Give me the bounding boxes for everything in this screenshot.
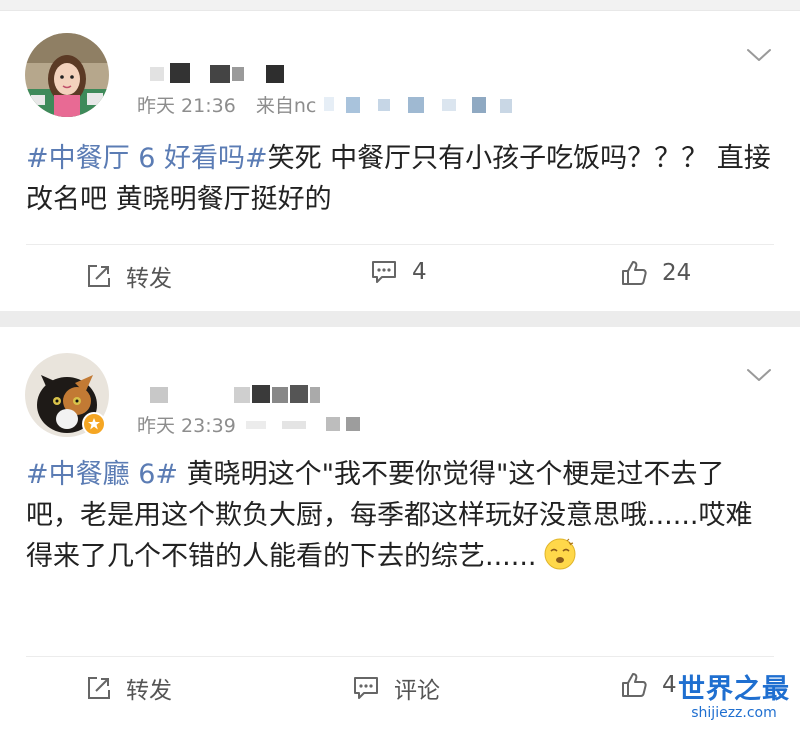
post-time: 昨天 21:36 (137, 95, 236, 117)
avatar[interactable] (25, 33, 109, 117)
verified-badge-icon (82, 412, 106, 436)
post-separator (0, 311, 800, 327)
comment-button[interactable]: 评论 (352, 671, 440, 705)
like-count: 4 (662, 672, 677, 698)
comment-label: 评论 (394, 678, 440, 704)
like-button[interactable]: 4 (620, 671, 677, 699)
post-source-label: 来自 (255, 95, 294, 117)
weibo-feed: 昨天 21:36 来自nc #中餐厅 6 好看吗#笑死 中餐厅只有小孩子吃饭吗？… (0, 0, 800, 729)
username-redacted[interactable] (148, 59, 298, 85)
share-label: 转发 (126, 266, 172, 292)
chevron-down-icon[interactable] (746, 47, 772, 63)
post-meta: 昨天 23:39 (137, 411, 372, 440)
dizzy-face-emoji (544, 538, 575, 570)
comment-icon (354, 677, 378, 699)
share-icon (88, 677, 110, 699)
hashtag-link[interactable]: #中餐廳 6# (26, 459, 178, 490)
post-meta: 昨天 21:36 来自nc (137, 91, 522, 120)
comment-button[interactable]: 4 (370, 259, 427, 285)
share-icon (88, 265, 110, 287)
post-text: #中餐厅 6 好看吗#笑死 中餐厅只有小孩子吃饭吗？？？ 直接改名吧 黄晓明餐厅… (26, 138, 778, 220)
share-label: 转发 (126, 678, 172, 704)
post-card: 昨天 23:39 #中餐廳 6# 黄晓明这个"我不要你觉得"这个梗是过不去了吧，… (0, 327, 800, 729)
post-card: 昨天 21:36 来自nc #中餐厅 6 好看吗#笑死 中餐厅只有小孩子吃饭吗？… (0, 10, 800, 312)
hashtag-link[interactable]: #中餐厅 6 好看吗# (26, 143, 268, 174)
post-text: #中餐廳 6# 黄晓明这个"我不要你觉得"这个梗是过不去了吧，老是用这个欺负大厨… (26, 454, 778, 577)
watermark-title: 世界之最 (678, 674, 790, 705)
comment-count: 4 (412, 259, 427, 285)
action-bar: 转发 4 24 (0, 246, 800, 306)
source-redacted (242, 413, 372, 440)
site-watermark: 世界之最 shijiezz.com (678, 674, 790, 722)
thumbs-up-icon (622, 673, 647, 697)
share-button[interactable]: 转发 (86, 259, 172, 293)
username-redacted[interactable] (148, 381, 323, 407)
like-count: 24 (662, 260, 692, 286)
chevron-down-icon[interactable] (746, 367, 772, 383)
post-source-name[interactable]: nc (294, 95, 317, 117)
source-redacted (322, 93, 522, 120)
divider (26, 244, 774, 245)
thumbs-up-icon (622, 261, 647, 285)
post-time: 昨天 23:39 (137, 415, 236, 437)
watermark-url: shijiezz.com (691, 705, 777, 721)
like-button[interactable]: 24 (620, 259, 691, 287)
divider (26, 656, 774, 657)
comment-icon (372, 261, 396, 283)
share-button[interactable]: 转发 (86, 671, 172, 705)
